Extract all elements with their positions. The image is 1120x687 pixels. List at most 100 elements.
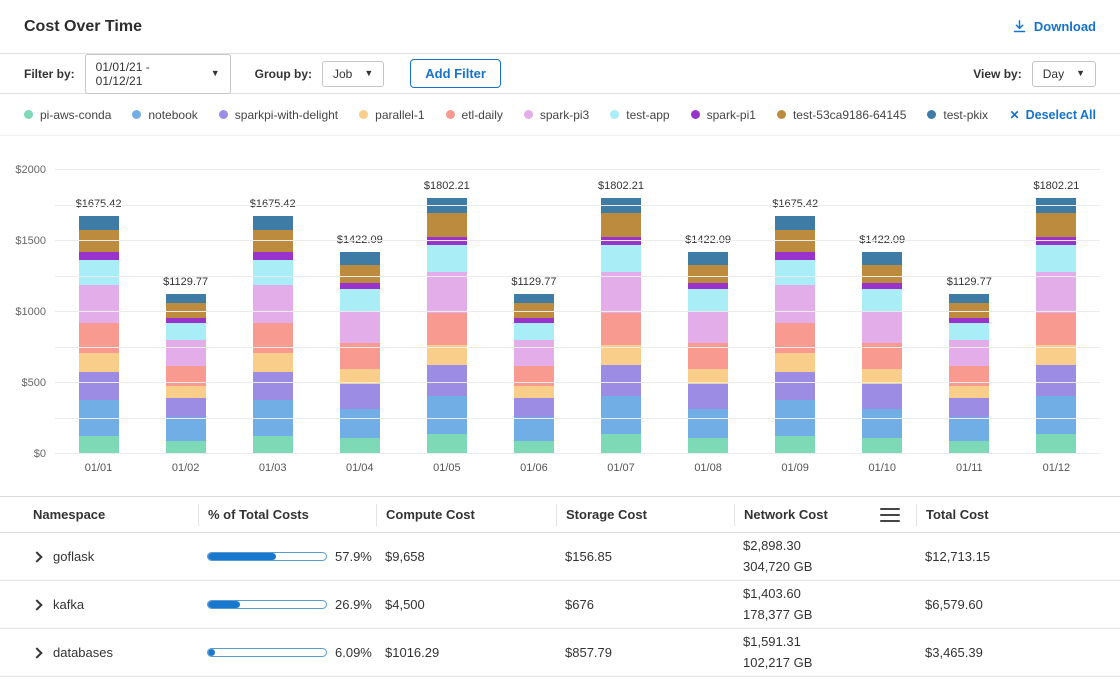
bar-segment-spark-pi1[interactable] [1036, 237, 1076, 246]
expand-chevron-icon[interactable] [31, 647, 42, 658]
stacked-bar[interactable] [862, 252, 902, 454]
bar-segment-pi-aws-conda[interactable] [79, 436, 119, 454]
legend-item-sparkpi-with-delight[interactable]: sparkpi-with-delight [219, 108, 338, 122]
bar-segment-pi-aws-conda[interactable] [601, 434, 641, 454]
bar-segment-etl-daily[interactable] [775, 323, 815, 353]
bar-segment-pi-aws-conda[interactable] [427, 434, 467, 454]
bar-segment-spark-pi3[interactable] [166, 340, 206, 366]
bar-segment-parallel-1[interactable] [79, 353, 119, 371]
legend-item-etl-daily[interactable]: etl-daily [446, 108, 503, 122]
bar-segment-parallel-1[interactable] [427, 345, 467, 365]
bar-segment-spark-pi3[interactable] [688, 311, 728, 344]
table-row-kafka[interactable]: kafka26.9%$4,500$676$1,403.60178,377 GB$… [0, 581, 1120, 629]
add-filter-button[interactable]: Add Filter [410, 59, 501, 88]
legend-item-spark-pi1[interactable]: spark-pi1 [691, 108, 756, 122]
bar-segment-etl-daily[interactable] [1036, 313, 1076, 345]
bar-segment-test-app[interactable] [949, 323, 989, 340]
legend-item-test-app[interactable]: test-app [610, 108, 669, 122]
bar-segment-test-53ca9186-64145[interactable] [79, 230, 119, 252]
bar-segment-sparkpi-with-delight[interactable] [340, 384, 380, 408]
bar-segment-test-53ca9186-64145[interactable] [1036, 213, 1076, 236]
bar-segment-sparkpi-with-delight[interactable] [514, 398, 554, 417]
bar-segment-parallel-1[interactable] [253, 353, 293, 371]
bar-segment-spark-pi1[interactable] [79, 252, 119, 260]
bar-segment-test-pkix[interactable] [862, 252, 902, 264]
bar-segment-spark-pi1[interactable] [253, 252, 293, 260]
bar-segment-test-pkix[interactable] [514, 294, 554, 303]
bar-segment-spark-pi3[interactable] [253, 285, 293, 323]
bar-segment-test-pkix[interactable] [949, 294, 989, 303]
bar-segment-test-pkix[interactable] [253, 216, 293, 230]
bar-segment-test-app[interactable] [1036, 245, 1076, 272]
bar-segment-test-app[interactable] [601, 245, 641, 272]
bar-segment-spark-pi3[interactable] [775, 285, 815, 323]
bar-segment-parallel-1[interactable] [949, 386, 989, 398]
bar-segment-test-pkix[interactable] [340, 252, 380, 264]
bar-segment-test-53ca9186-64145[interactable] [253, 230, 293, 252]
legend-item-notebook[interactable]: notebook [132, 108, 197, 122]
stacked-bar[interactable] [1036, 198, 1076, 454]
group-by-select[interactable]: Job ▼ [322, 61, 384, 87]
bar-segment-test-53ca9186-64145[interactable] [601, 213, 641, 236]
legend-item-parallel-1[interactable]: parallel-1 [359, 108, 424, 122]
bar-segment-spark-pi3[interactable] [514, 340, 554, 366]
bar-segment-test-app[interactable] [166, 323, 206, 340]
bar-segment-test-app[interactable] [79, 260, 119, 285]
stacked-bar[interactable] [601, 198, 641, 454]
bar-segment-sparkpi-with-delight[interactable] [253, 372, 293, 400]
legend-item-test-pkix[interactable]: test-pkix [927, 108, 988, 122]
view-by-select[interactable]: Day ▼ [1032, 61, 1096, 87]
bar-segment-sparkpi-with-delight[interactable] [166, 398, 206, 417]
stacked-bar[interactable] [340, 252, 380, 454]
bar-segment-parallel-1[interactable] [166, 386, 206, 398]
bar-segment-test-pkix[interactable] [1036, 198, 1076, 213]
legend-item-spark-pi3[interactable]: spark-pi3 [524, 108, 589, 122]
bar-segment-spark-pi1[interactable] [775, 252, 815, 260]
bar-segment-pi-aws-conda[interactable] [340, 438, 380, 454]
bar-segment-test-app[interactable] [514, 323, 554, 340]
bar-segment-sparkpi-with-delight[interactable] [601, 365, 641, 396]
bar-segment-parallel-1[interactable] [775, 353, 815, 371]
bar-segment-test-pkix[interactable] [79, 216, 119, 230]
bar-segment-pi-aws-conda[interactable] [688, 438, 728, 454]
bar-segment-notebook[interactable] [1036, 396, 1076, 434]
bar-segment-test-pkix[interactable] [775, 216, 815, 230]
stacked-bar[interactable] [949, 294, 989, 454]
bar-segment-parallel-1[interactable] [514, 386, 554, 398]
bar-segment-sparkpi-with-delight[interactable] [775, 372, 815, 400]
bar-segment-spark-pi1[interactable] [601, 237, 641, 246]
bar-segment-sparkpi-with-delight[interactable] [949, 398, 989, 417]
bar-segment-spark-pi3[interactable] [427, 272, 467, 313]
bar-segment-test-app[interactable] [253, 260, 293, 285]
bar-segment-sparkpi-with-delight[interactable] [688, 384, 728, 408]
bar-segment-notebook[interactable] [514, 417, 554, 441]
stacked-bar[interactable] [427, 198, 467, 454]
bar-segment-etl-daily[interactable] [253, 323, 293, 353]
column-settings-icon[interactable] [880, 508, 900, 522]
bar-segment-notebook[interactable] [340, 409, 380, 439]
bar-segment-sparkpi-with-delight[interactable] [862, 384, 902, 408]
download-button[interactable]: Download [1012, 19, 1096, 34]
bar-segment-test-pkix[interactable] [688, 252, 728, 264]
bar-segment-spark-pi3[interactable] [949, 340, 989, 366]
bar-segment-parallel-1[interactable] [601, 345, 641, 365]
bar-segment-spark-pi3[interactable] [862, 311, 902, 344]
bar-segment-test-pkix[interactable] [166, 294, 206, 303]
expand-chevron-icon[interactable] [31, 551, 42, 562]
bar-segment-pi-aws-conda[interactable] [775, 436, 815, 454]
bar-segment-test-53ca9186-64145[interactable] [688, 265, 728, 283]
expand-chevron-icon[interactable] [31, 599, 42, 610]
bar-segment-parallel-1[interactable] [1036, 345, 1076, 365]
bar-segment-notebook[interactable] [427, 396, 467, 434]
deselect-all-button[interactable]: ✕ Deselect All [1010, 108, 1096, 122]
bar-segment-notebook[interactable] [601, 396, 641, 434]
bar-segment-pi-aws-conda[interactable] [253, 436, 293, 454]
bar-segment-notebook[interactable] [949, 417, 989, 441]
bar-segment-test-app[interactable] [775, 260, 815, 285]
stacked-bar[interactable] [688, 252, 728, 454]
bar-segment-test-app[interactable] [688, 289, 728, 310]
legend-item-pi-aws-conda[interactable]: pi-aws-conda [24, 108, 111, 122]
bar-segment-etl-daily[interactable] [79, 323, 119, 353]
stacked-bar[interactable] [166, 294, 206, 454]
bar-segment-etl-daily[interactable] [427, 313, 467, 345]
